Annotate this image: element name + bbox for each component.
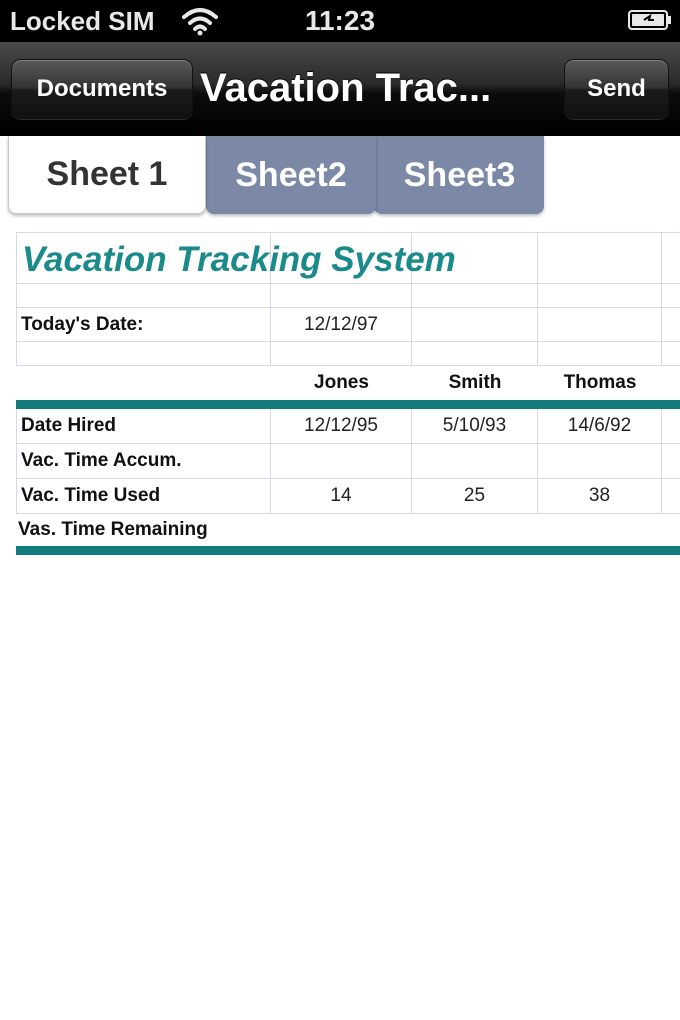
row-label-vac-time-used[interactable]: Vac. Time Used [16, 479, 271, 514]
grid-cell[interactable] [412, 308, 538, 342]
battery-icon [628, 10, 671, 30]
date-hired-thomas[interactable]: 14/6/92 [538, 409, 662, 444]
document-title: Vacation Trac... [200, 66, 492, 110]
todays-date-label[interactable]: Today's Date: [16, 308, 271, 342]
column-header-smith[interactable]: Smith [412, 366, 538, 400]
vac-used-smith[interactable]: 25 [412, 479, 538, 514]
row-label-vac-time-accum[interactable]: Vac. Time Accum. [16, 444, 271, 479]
date-hired-smith[interactable]: 5/10/93 [412, 409, 538, 444]
grid-cell[interactable] [538, 342, 662, 366]
vac-accum-thomas[interactable] [538, 444, 662, 479]
row-label-vas-time-remaining[interactable]: Vas. Time Remaining [16, 514, 271, 546]
column-header-jones[interactable]: Jones [271, 366, 412, 400]
grid-cell[interactable] [412, 284, 538, 308]
grid-cell[interactable] [412, 342, 538, 366]
vac-accum-smith[interactable] [412, 444, 538, 479]
status-bar: Locked SIM 11:23 [0, 0, 680, 42]
grid-cell[interactable] [662, 479, 680, 514]
grid-cell[interactable] [662, 409, 680, 444]
status-time: 11:23 [304, 5, 376, 36]
header-rule [16, 400, 680, 409]
grid-cell[interactable] [662, 308, 680, 342]
vac-accum-jones[interactable] [271, 444, 412, 479]
date-hired-jones[interactable]: 12/12/95 [271, 409, 412, 444]
grid-cell[interactable] [271, 284, 412, 308]
grid-cell[interactable] [662, 232, 680, 284]
vas-remaining-thomas[interactable] [538, 514, 662, 546]
column-header-thomas[interactable]: Thomas [538, 366, 662, 400]
grid-cell[interactable] [538, 284, 662, 308]
tab-sheet3[interactable]: Sheet3 [374, 136, 544, 214]
vas-remaining-smith[interactable] [412, 514, 538, 546]
vac-used-jones[interactable]: 14 [271, 479, 412, 514]
tab-sheet1[interactable]: Sheet 1 [8, 136, 206, 214]
send-button[interactable]: Send [564, 59, 669, 119]
grid-cell[interactable] [16, 284, 271, 308]
grid-cell[interactable] [16, 366, 271, 400]
navigation-bar: Documents Vacation Trac... Send [0, 42, 680, 136]
grid-cell[interactable] [271, 342, 412, 366]
row-label-date-hired[interactable]: Date Hired [16, 409, 271, 444]
grid-cell[interactable] [538, 308, 662, 342]
vac-used-thomas[interactable]: 38 [538, 479, 662, 514]
footer-rule [16, 546, 680, 555]
grid-cell[interactable] [662, 444, 680, 479]
documents-button[interactable]: Documents [11, 59, 193, 119]
todays-date-value[interactable]: 12/12/97 [271, 308, 412, 342]
sheet-title: Vacation Tracking System [22, 240, 456, 279]
tab-sheet2[interactable]: Sheet2 [206, 136, 376, 214]
grid-cell[interactable] [662, 284, 680, 308]
grid-cell[interactable] [538, 232, 662, 284]
grid-cell[interactable] [16, 342, 271, 366]
vas-remaining-jones[interactable] [271, 514, 412, 546]
grid-cell[interactable] [662, 342, 680, 366]
spreadsheet: Vacation Tracking System Today's Date: 1… [16, 232, 680, 562]
